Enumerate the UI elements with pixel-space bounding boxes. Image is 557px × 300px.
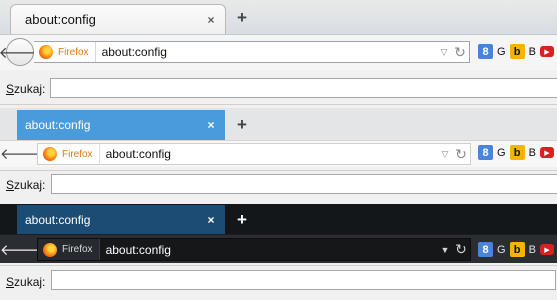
tab-about-config[interactable]: about:config ×	[17, 205, 225, 234]
google-icon[interactable]: 8	[478, 44, 493, 59]
search-input[interactable]	[51, 270, 556, 290]
engine-label: G	[497, 146, 506, 159]
search-input[interactable]	[50, 78, 557, 98]
close-tab-icon[interactable]: ×	[205, 118, 217, 132]
google-icon[interactable]: 8	[478, 145, 493, 160]
url-bar[interactable]: Firefox about:config ▽ ↻	[37, 143, 471, 165]
engine-label: G	[497, 45, 506, 58]
close-tab-icon[interactable]: ×	[205, 213, 217, 227]
engine-label: B	[528, 243, 536, 256]
reload-icon[interactable]: ↻	[451, 44, 469, 61]
bing-icon[interactable]: b	[509, 44, 525, 59]
history-dropdown-icon[interactable]: ▽	[438, 149, 452, 160]
identity-label: Firefox	[62, 148, 93, 160]
url-text[interactable]: about:config	[100, 243, 438, 257]
firefox-logo-icon	[39, 45, 53, 59]
search-label: Szukaj:	[6, 275, 46, 289]
new-tab-button[interactable]: +	[237, 9, 247, 26]
firefox-logo-icon	[43, 242, 57, 257]
back-arrow-icon: 🡐	[0, 145, 41, 163]
url-bar[interactable]: Firefox about:config ▼ ↻	[37, 238, 471, 261]
url-bar[interactable]: Firefox about:config ▽ ↻	[34, 41, 470, 63]
url-text[interactable]: about:config	[96, 45, 437, 59]
history-dropdown-icon[interactable]: ▼	[438, 245, 452, 255]
engine-label: B	[528, 146, 536, 159]
divider	[0, 170, 557, 171]
url-text[interactable]: about:config	[100, 147, 438, 161]
history-dropdown-icon[interactable]: ▽	[437, 47, 451, 58]
engine-label: B	[528, 45, 536, 58]
search-label: Szukaj:	[6, 82, 46, 96]
search-engines: 8 G b B ▶	[478, 242, 554, 257]
search-label: Szukaj:	[6, 178, 46, 192]
close-tab-icon[interactable]: ×	[205, 13, 217, 27]
search-engines: 8 G b B ▶	[478, 44, 554, 59]
tab-title: about:config	[25, 212, 91, 227]
youtube-icon[interactable]: ▶	[539, 46, 554, 57]
new-tab-button[interactable]: +	[237, 211, 247, 228]
back-button[interactable]: 🡐	[0, 38, 41, 66]
tab-about-config[interactable]: about:config ×	[17, 110, 225, 140]
back-button[interactable]: 🡐	[0, 143, 40, 163]
bing-icon[interactable]: b	[509, 242, 525, 257]
search-input[interactable]	[51, 174, 557, 194]
tab-title: about:config	[25, 12, 96, 27]
bing-icon[interactable]: b	[509, 145, 525, 160]
tab-title: about:config	[25, 118, 91, 132]
back-arrow-icon: 🡐	[0, 241, 41, 259]
youtube-icon[interactable]: ▶	[539, 147, 554, 158]
identity-label: Firefox	[58, 46, 89, 58]
tab-about-config[interactable]: about:config ×	[10, 4, 226, 34]
new-tab-button[interactable]: +	[237, 116, 247, 133]
firefox-logo-icon	[43, 147, 57, 161]
identity-label: Firefox	[62, 244, 93, 255]
search-engines: 8 G b B ▶	[478, 145, 554, 160]
youtube-icon[interactable]: ▶	[539, 244, 554, 255]
divider	[0, 104, 557, 105]
engine-label: G	[497, 243, 506, 256]
browser-variant-classic: about:config × + 🡐 Firefox about:config …	[0, 0, 557, 108]
google-icon[interactable]: 8	[478, 242, 493, 257]
identity-box[interactable]: Firefox	[38, 239, 100, 260]
back-button[interactable]: 🡐	[0, 239, 40, 259]
reload-icon[interactable]: ↻	[452, 146, 470, 163]
identity-box[interactable]: Firefox	[38, 144, 100, 164]
reload-icon[interactable]: ↻	[452, 241, 470, 258]
divider	[0, 265, 557, 266]
identity-box[interactable]: Firefox	[34, 42, 96, 62]
